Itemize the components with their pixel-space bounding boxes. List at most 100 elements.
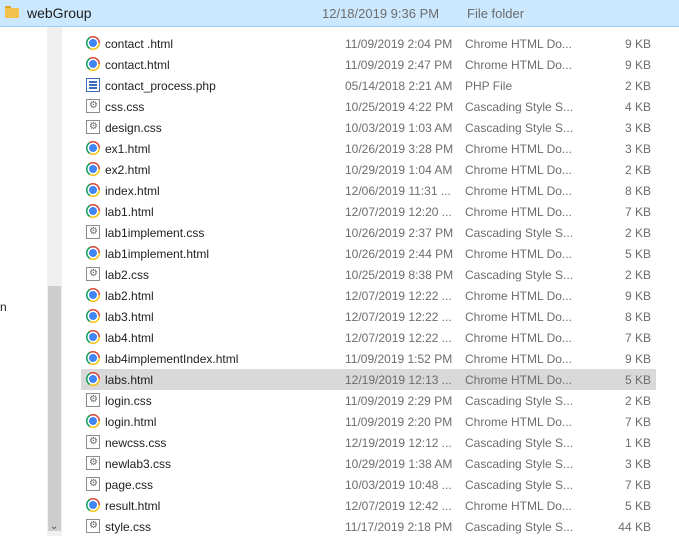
file-size: 3 KB (624, 457, 651, 471)
file-type: Chrome HTML Do... (465, 58, 572, 72)
file-row[interactable]: lab1implement.html 10/26/2019 2:44 PM Chro… (81, 243, 656, 264)
file-row[interactable]: lab1.html 12/07/2019 12:20 ... Chrome HTML… (81, 201, 656, 222)
file-name: contact .html (105, 37, 174, 51)
file-name: lab1.html (105, 205, 154, 219)
file-name: lab4.html (105, 331, 154, 345)
file-row[interactable]: login.css 11/09/2019 2:29 PM Cascading Sty… (81, 390, 656, 411)
file-size: 9 KB (624, 58, 651, 72)
file-type: Cascading Style S... (465, 478, 574, 492)
file-row[interactable]: index.html 12/06/2019 11:31 ... Chrome HTM… (81, 180, 656, 201)
file-row[interactable]: contact_process.php 05/14/2018 2:21 AM PHP… (81, 75, 656, 96)
chrome-html-file-icon (86, 309, 100, 323)
folder-row-webgroup[interactable]: webGroup 12/18/2019 9:36 PM File folder (0, 0, 679, 27)
file-size: 2 KB (624, 394, 651, 408)
file-type: Chrome HTML Do... (465, 352, 572, 366)
file-row[interactable]: lab4.html 12/07/2019 12:22 ... Chrome HTML… (81, 327, 656, 348)
file-type: Cascading Style S... (465, 121, 574, 135)
file-row[interactable]: lab4implementIndex.html 11/09/2019 1:52 P… (81, 348, 656, 369)
file-size: 7 KB (624, 478, 651, 492)
file-size: 44 KB (618, 520, 651, 534)
file-row[interactable]: result.html 12/07/2019 12:42 ... Chrome HT… (81, 495, 656, 516)
navigation-scrollbar[interactable]: ⌄ (47, 27, 62, 536)
css-file-icon (86, 267, 100, 281)
file-size: 4 KB (624, 100, 651, 114)
file-date-modified: 10/26/2019 2:37 PM (345, 226, 454, 240)
file-type: Chrome HTML Do... (465, 37, 572, 51)
file-size: 9 KB (624, 37, 651, 51)
chrome-html-file-icon (86, 246, 100, 260)
file-row[interactable]: contact.html 11/09/2019 2:47 PM Chrome HTM… (81, 54, 656, 75)
file-name: labs.html (105, 373, 154, 387)
navigation-pane: n (0, 27, 47, 536)
file-date-modified: 11/09/2019 1:52 PM (345, 352, 453, 366)
navigation-item-fragment[interactable]: n (0, 300, 7, 314)
file-size: 2 KB (624, 226, 651, 240)
file-size: 7 KB (624, 415, 651, 429)
file-list: contact .html 11/09/2019 2:04 PM Chrome HT… (81, 33, 656, 537)
file-type: Chrome HTML Do... (465, 142, 572, 156)
file-type: Cascading Style S... (465, 100, 574, 114)
css-file-icon (86, 225, 100, 239)
file-type: Chrome HTML Do... (465, 163, 572, 177)
file-size: 8 KB (624, 184, 651, 198)
file-date-modified: 10/03/2019 1:03 AM (345, 121, 453, 135)
file-type: PHP File (465, 79, 513, 93)
file-row[interactable]: design.css 10/03/2019 1:03 AM Cascading St… (81, 117, 656, 138)
file-size: 2 KB (624, 268, 651, 282)
file-name: lab3.html (105, 310, 154, 324)
file-size: 9 KB (624, 289, 651, 303)
file-row[interactable]: style.css 11/17/2019 2:18 PM Cascading Sty… (81, 516, 656, 537)
css-file-icon (86, 99, 100, 113)
file-name: lab2.css (105, 268, 150, 282)
file-row[interactable]: newlab3.css 10/29/2019 1:38 AM Cascading S… (81, 453, 656, 474)
file-size: 9 KB (624, 352, 651, 366)
file-row[interactable]: lab3.html 12/07/2019 12:22 ... Chrome HTML… (81, 306, 656, 327)
file-date-modified: 11/09/2019 2:04 PM (345, 37, 453, 51)
scrollbar-thumb[interactable] (48, 286, 61, 531)
file-row[interactable]: newcss.css 12/19/2019 12:12 ... Cascading … (81, 432, 656, 453)
file-date-modified: 12/19/2019 12:13 ... (345, 373, 452, 387)
php-file-icon (86, 78, 100, 92)
folder-date: 12/18/2019 9:36 PM (322, 6, 440, 21)
file-name: lab2.html (105, 289, 154, 303)
folder-name: webGroup (27, 5, 92, 21)
file-name: newlab3.css (105, 457, 172, 471)
file-name: lab1implement.css (105, 226, 205, 240)
file-date-modified: 10/26/2019 3:28 PM (345, 142, 454, 156)
css-file-icon (86, 435, 100, 449)
chrome-html-file-icon (86, 414, 100, 428)
file-row[interactable]: login.html 11/09/2019 2:20 PM Chrome HTML … (81, 411, 656, 432)
file-name: style.css (105, 520, 152, 534)
file-row[interactable]: lab2.html 12/07/2019 12:22 ... Chrome HTML… (81, 285, 656, 306)
file-size: 5 KB (624, 499, 651, 513)
file-date-modified: 12/19/2019 12:12 ... (345, 436, 452, 450)
file-name: css.css (105, 100, 145, 114)
file-row[interactable]: lab2.css 10/25/2019 8:38 PM Cascading Styl… (81, 264, 656, 285)
file-type: Chrome HTML Do... (465, 247, 572, 261)
css-file-icon (86, 120, 100, 134)
file-row[interactable]: css.css 10/25/2019 4:22 PM Cascading Style… (81, 96, 656, 117)
file-row[interactable]: labs.html 12/19/2019 12:13 ... Chrome HTML… (81, 369, 656, 390)
file-date-modified: 12/07/2019 12:22 ... (345, 289, 452, 303)
scroll-down-arrow-icon[interactable]: ⌄ (50, 522, 58, 532)
css-file-icon (86, 393, 100, 407)
chrome-html-file-icon (86, 351, 100, 365)
file-row[interactable]: page.css 10/03/2019 10:48 ... Cascading St… (81, 474, 656, 495)
file-type: Chrome HTML Do... (465, 184, 572, 198)
file-size: 2 KB (624, 163, 651, 177)
file-size: 8 KB (624, 310, 651, 324)
file-name: lab4implementIndex.html (105, 352, 239, 366)
file-type: Chrome HTML Do... (465, 289, 572, 303)
file-row[interactable]: ex1.html 10/26/2019 3:28 PM Chrome HTML Do… (81, 138, 656, 159)
file-row[interactable]: contact .html 11/09/2019 2:04 PM Chrome HT… (81, 33, 656, 54)
file-type: Cascading Style S... (465, 457, 574, 471)
file-date-modified: 12/07/2019 12:22 ... (345, 331, 452, 345)
folder-type: File folder (467, 6, 525, 21)
file-size: 2 KB (624, 79, 651, 93)
file-date-modified: 11/09/2019 2:47 PM (345, 58, 453, 72)
file-row[interactable]: lab1implement.css 10/26/2019 2:37 PM Casca… (81, 222, 656, 243)
file-date-modified: 12/07/2019 12:22 ... (345, 310, 452, 324)
file-type: Chrome HTML Do... (465, 415, 572, 429)
file-row[interactable]: ex2.html 10/29/2019 1:04 AM Chrome HTML Do… (81, 159, 656, 180)
chrome-html-file-icon (86, 288, 100, 302)
